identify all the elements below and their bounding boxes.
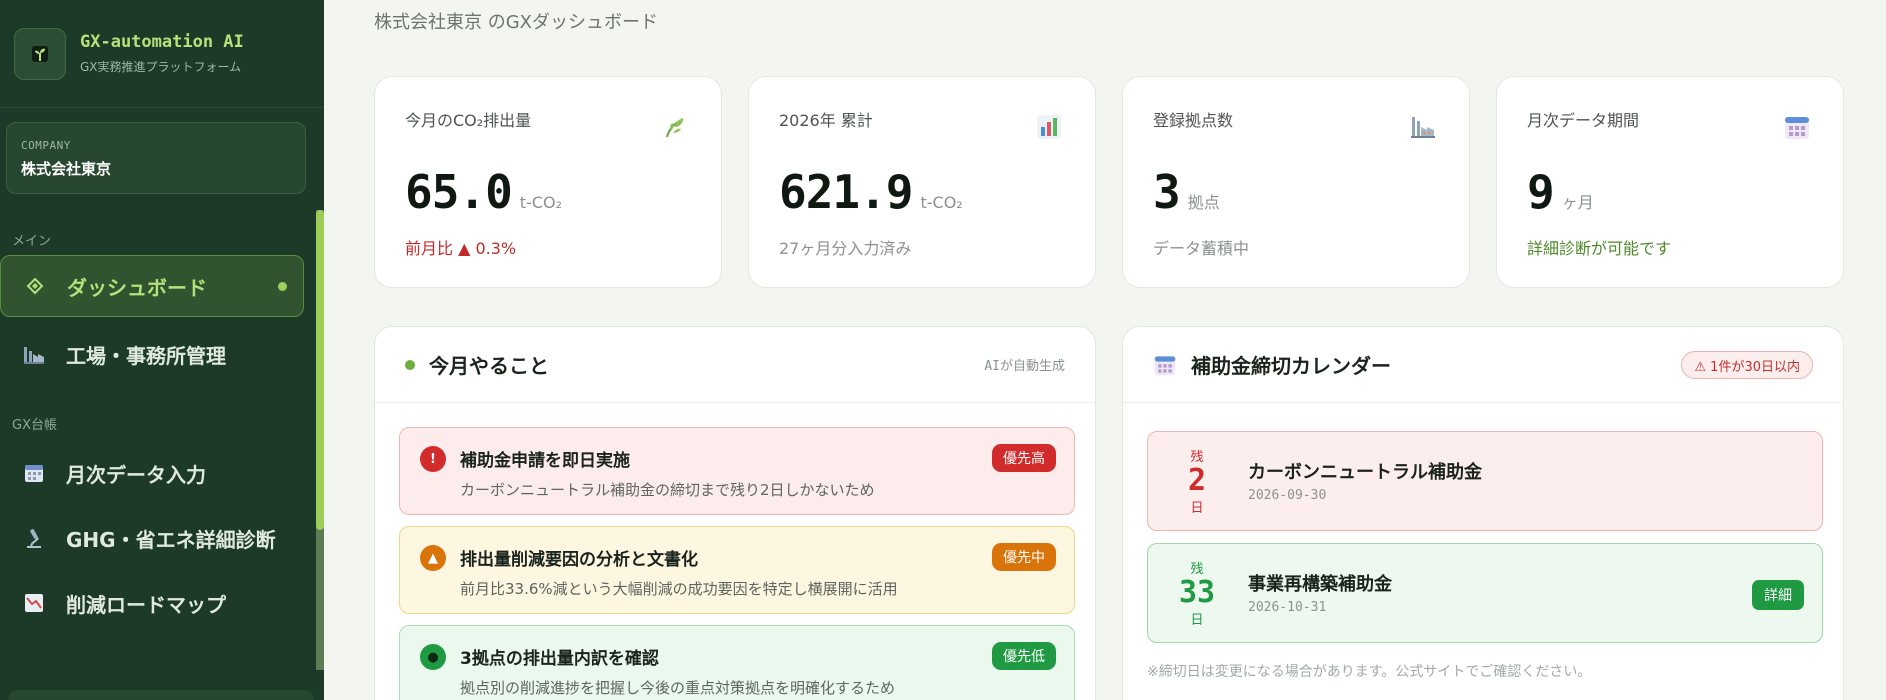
days-remaining: 残 33 日 [1148,544,1246,642]
company-name: 株式会社東京 [21,160,112,178]
sidebar-item-dashboard[interactable]: ダッシュボード [0,255,304,317]
task-description: 前月比33.6%減という大幅削減の成功要因を特定し横展開に活用 [460,580,898,598]
status-dot-icon [405,359,415,370]
stat-value: 3 [1153,165,1181,219]
main-content: 株式会社東京 のGXダッシュボード 今月のCO₂排出量 65.0 t-CO₂ 前… [324,0,1886,700]
subsidy-name: カーボンニュートラル補助金 [1248,462,1482,483]
company-caption: COMPANY [21,139,71,152]
days-count: 2 [1187,463,1207,499]
stat-note: 27ヶ月分入力済み [779,239,912,258]
task-item-high[interactable]: ! 補助金申請を即日実施 カーボンニュートラル補助金の締切まで残り2日しかないた… [399,427,1075,515]
deadline-item[interactable]: 残 2 日 カーボンニュートラル補助金 2026-09-30 [1147,431,1823,531]
todo-panel: 今月やること AIが自動生成 ! 補助金申請を即日実施 カーボンニュートラル補助… [374,326,1096,700]
stat-unit: ヶ月 [1561,193,1594,212]
brand-logo[interactable] [14,27,66,80]
task-title: 3拠点の排出量内訳を確認 [460,649,659,669]
days-unit: 日 [1190,500,1204,516]
calendar-panel-title: 補助金締切カレンダー [1191,354,1391,378]
ai-generated-label: AIが自動生成 [984,359,1065,374]
calendar-panel-header: 補助金締切カレンダー ⚠ 1件が30日以内 [1123,327,1843,403]
stat-title: 今月のCO₂排出量 [405,111,532,130]
active-indicator-dot [278,281,287,291]
sidebar-footer[interactable] [8,690,314,700]
sidebar-item-label: GHG・省エネ詳細診断 [66,527,276,552]
stat-card-sites: 登録拠点数 3 拠点 データ蓄積中 [1122,76,1470,288]
nav-section-ledger: GX台帳 [12,418,57,433]
brand-subtitle: GX実務推進プラットフォーム [80,60,242,74]
stat-unit: t-CO₂ [920,193,963,212]
days-unit: 日 [1190,612,1204,628]
calendar-footnote: ※締切日は変更になる場合があります。公式サイトでご確認ください。 [1147,664,1592,680]
alert-icon: ! [420,446,446,472]
days-remaining: 残 2 日 [1148,432,1246,530]
stat-value: 621.9 [779,165,913,219]
deadline-item[interactable]: 残 33 日 事業再構築補助金 2026-10-31 詳細 [1147,543,1823,643]
stat-title: 2026年 累計 [779,111,873,130]
sidebar-item-label: 削減ロードマップ [66,592,226,617]
priority-badge-low: 優先低 [992,642,1056,670]
chart-down-icon [22,591,46,615]
calendar-icon [1154,355,1176,375]
todo-panel-title: 今月やること [429,354,549,378]
diamond-icon [23,274,47,298]
stat-unit: t-CO₂ [519,193,563,212]
stat-title: 登録拠点数 [1153,111,1234,130]
sidebar-item-roadmap[interactable]: 削減ロードマップ [0,572,304,634]
task-item-medium[interactable]: ▲ 排出量削減要因の分析と文書化 前月比33.6%減という大幅削減の成功要因を特… [399,526,1075,614]
stat-card-annual-total: 2026年 累計 621.9 t-CO₂ 27ヶ月分入力済み [748,76,1096,288]
sidebar-item-label: 工場・事務所管理 [66,343,226,368]
stat-value: 9 [1527,165,1555,219]
task-title: 排出量削減要因の分析と文書化 [460,550,698,570]
leaf-icon [666,118,684,138]
sidebar-item-monthly-input[interactable]: 月次データ入力 [0,442,304,504]
deadline-warning-badge: ⚠ 1件が30日以内 [1681,351,1813,379]
stat-note: データ蓄積中 [1153,239,1250,258]
sidebar-item-ghg-diagnosis[interactable]: GHG・省エネ詳細診断 [0,507,304,569]
sidebar: GX-automation AI GX実務推進プラットフォーム COMPANY … [0,0,324,700]
stat-unit: 拠点 [1187,193,1220,212]
factory-icon [22,342,46,366]
company-selector[interactable]: COMPANY 株式会社東京 [6,122,306,194]
warning-triangle-icon: ▲ [420,545,446,571]
microscope-icon [22,526,46,550]
factory-icon [1411,117,1435,138]
brand: GX-automation AI GX実務推進プラットフォーム [0,0,324,108]
sidebar-item-facilities[interactable]: 工場・事務所管理 [0,323,304,385]
subsidy-calendar-panel: 補助金締切カレンダー ⚠ 1件が30日以内 残 2 日 カーボンニュートラル補助… [1122,326,1844,700]
stat-card-monthly-co2: 今月のCO₂排出量 65.0 t-CO₂ 前月比 ▲ 0.3% [374,76,722,288]
task-item-low[interactable]: ● 3拠点の排出量内訳を確認 拠点別の削減進捗を把握し今後の重点対策拠点を明確化… [399,625,1075,700]
task-description: カーボンニュートラル補助金の締切まで残り2日しかないため [460,481,875,499]
subsidy-name: 事業再構築補助金 [1248,574,1392,595]
calendar-icon [22,461,46,485]
todo-panel-header: 今月やること AIが自動生成 [375,327,1095,403]
sidebar-scrollbar-thumb[interactable] [316,210,324,530]
days-count: 33 [1178,575,1216,611]
stat-value: 65.0 [405,165,513,219]
task-title: 補助金申請を即日実施 [460,451,630,471]
details-button[interactable]: 詳細 [1752,580,1804,610]
deadline-date: 2026-10-31 [1248,600,1327,615]
sidebar-item-label: ダッシュボード [67,275,207,300]
sprout-icon [32,45,48,62]
brand-name: GX-automation AI [80,32,244,52]
stat-title: 月次データ期間 [1527,111,1640,130]
sidebar-item-label: 月次データ入力 [66,462,206,487]
bar-chart-icon [1037,115,1061,139]
stat-note: 詳細診断が可能です [1527,239,1672,258]
task-description: 拠点別の削減進捗を把握し今後の重点対策拠点を明確化するため [460,679,896,697]
deadline-date: 2026-09-30 [1248,488,1327,503]
priority-badge-medium: 優先中 [992,543,1056,571]
stat-change-note: 前月比 ▲ 0.3% [405,239,517,258]
priority-badge-high: 優先高 [992,444,1056,472]
circle-icon: ● [420,644,446,670]
page-subtitle: 株式会社東京 のGXダッシュボード [374,12,658,33]
nav-section-main: メイン [12,234,52,249]
stat-card-data-period: 月次データ期間 9 ヶ月 詳細診断が可能です [1496,76,1844,288]
calendar-icon [1785,117,1809,139]
